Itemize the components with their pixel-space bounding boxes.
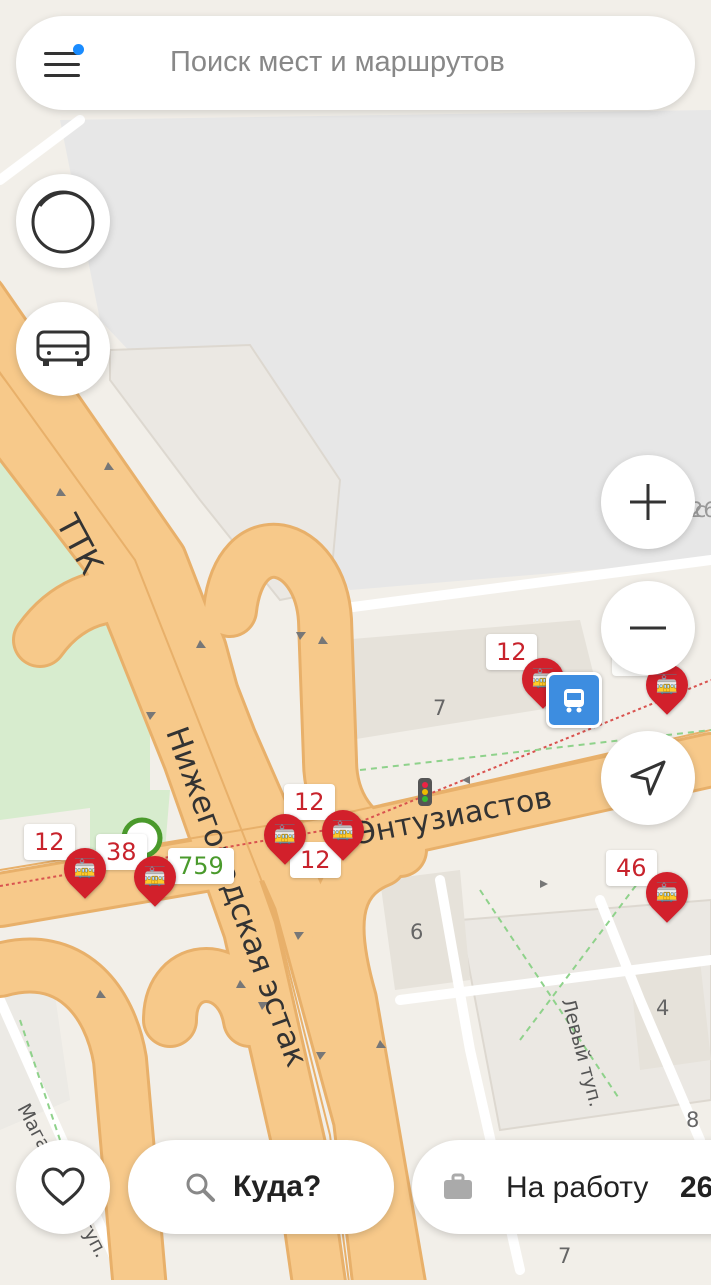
profile-button[interactable]	[16, 174, 110, 268]
bus-icon	[564, 689, 584, 713]
minus-icon	[630, 626, 666, 630]
tram-icon: 🚋	[273, 824, 297, 845]
route-tag[interactable]: 759	[168, 848, 234, 884]
where-button[interactable]: Куда?	[128, 1140, 394, 1234]
work-label: На работу	[506, 1171, 649, 1204]
tram-icon: 🚋	[73, 858, 97, 879]
bus-stop-marker[interactable]	[546, 672, 602, 728]
house-number: 7	[433, 696, 447, 720]
bus-icon	[36, 330, 90, 366]
to-work-button[interactable]: На работу 26	[412, 1140, 711, 1234]
work-time: 26	[680, 1171, 711, 1204]
house-number: 4	[656, 996, 670, 1020]
briefcase-icon	[444, 1173, 472, 1199]
hamburger-menu-icon[interactable]	[44, 44, 84, 80]
route-tag[interactable]: 12	[24, 824, 75, 860]
transport-button[interactable]	[16, 302, 110, 396]
house-number: 8	[686, 1108, 700, 1132]
heart-icon	[41, 1167, 85, 1206]
zoom-out-button[interactable]	[601, 581, 695, 675]
tram-icon: 🚋	[143, 866, 167, 887]
plus-icon	[630, 484, 666, 520]
my-location-button[interactable]	[601, 731, 695, 825]
where-label: Куда?	[233, 1170, 322, 1203]
tram-icon: 🚋	[655, 882, 679, 903]
zoom-in-button[interactable]	[601, 455, 695, 549]
navigation-arrow-icon	[630, 760, 666, 796]
search-icon	[186, 1173, 215, 1202]
tram-icon: 🚋	[655, 674, 679, 695]
notification-dot	[73, 44, 84, 55]
profile-circle-icon	[31, 190, 95, 254]
tram-icon: 🚋	[331, 820, 355, 841]
search-placeholder[interactable]: Поиск мест и маршрутов	[170, 46, 505, 79]
house-number: 6	[410, 920, 424, 944]
house-number: 7	[558, 1244, 572, 1268]
search-bar[interactable]: Поиск мест и маршрутов	[16, 16, 695, 110]
favorites-button[interactable]	[16, 1140, 110, 1234]
